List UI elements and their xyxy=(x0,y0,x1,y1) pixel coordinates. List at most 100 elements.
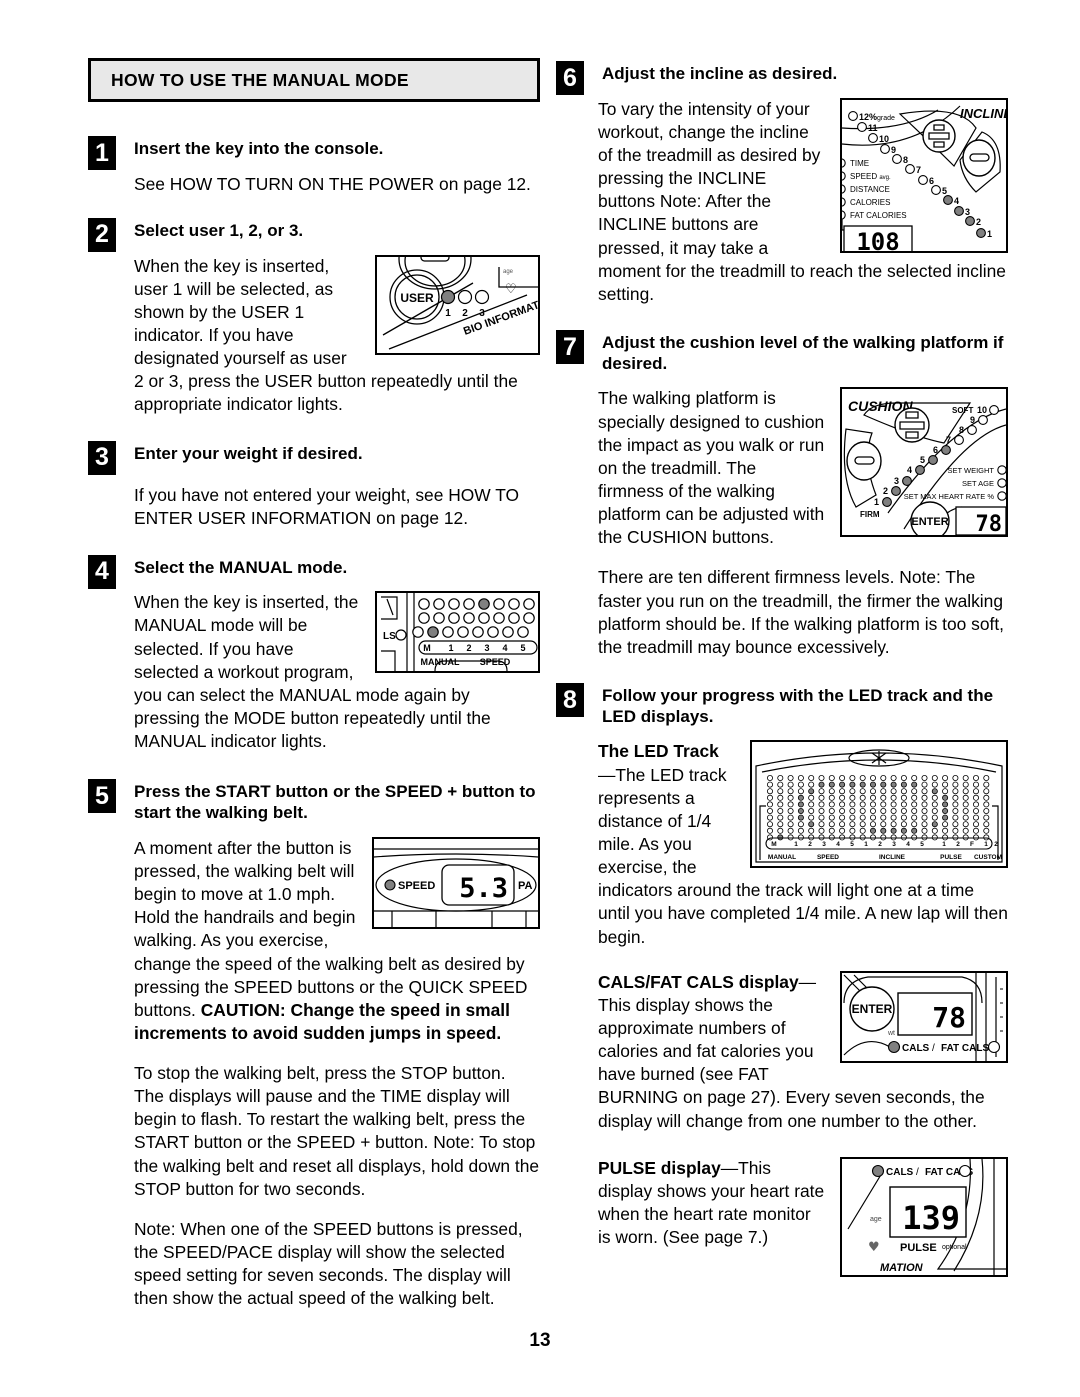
svg-text:1: 1 xyxy=(794,841,798,848)
pulse-label: PULSE xyxy=(900,1242,937,1254)
led-track-label: The LED Track xyxy=(598,741,719,762)
enter-button-label: ENTER xyxy=(852,1002,893,1016)
cushion-level-10: 10 xyxy=(977,405,987,415)
step-1-paragraph: See HOW TO TURN ON THE POWER on page 12. xyxy=(134,173,531,194)
svg-text:2: 2 xyxy=(976,217,981,227)
optional-label: optional xyxy=(942,1244,967,1251)
set-max-heart-rate-label: SET MAX HEART RATE % xyxy=(904,492,995,501)
svg-text:3: 3 xyxy=(892,841,896,848)
step-6-body: INCLINE xyxy=(556,97,1008,306)
cals-display-graphic: ENTER wt 78 CALS / FAT CALS xyxy=(843,972,1003,1061)
svg-text:M: M xyxy=(771,841,776,848)
svg-text:MANUAL: MANUAL xyxy=(768,854,796,861)
fat-cals-indicator xyxy=(987,1040,1001,1053)
svg-text:4: 4 xyxy=(954,196,959,206)
svg-text:5: 5 xyxy=(850,841,854,848)
incline-minus-button xyxy=(962,139,996,177)
step-6-number: 6 xyxy=(556,61,584,95)
cals-enter-button: ENTER xyxy=(849,986,895,1032)
svg-text:F: F xyxy=(970,841,974,848)
step-2-title: Select user 1, 2, or 3. xyxy=(134,220,304,240)
speed-avg-label: SPEED avg. xyxy=(850,172,891,181)
step-7: 7 Adjust the cushion level of the walkin… xyxy=(556,330,1008,374)
pulse-label-bold: PULSE display xyxy=(598,1157,721,1178)
step-8-number: 8 xyxy=(556,683,584,718)
step-5-title: Press the START button or the SPEED + bu… xyxy=(134,782,536,823)
led-track-figure: M12 345 123 45 12F 12 MANUAL SPEED INCLIN… xyxy=(750,740,1008,869)
pulse-dash: — xyxy=(720,1157,739,1178)
svg-text:3: 3 xyxy=(484,643,489,653)
cushion-display-value: 78 xyxy=(976,512,1003,535)
incline-12-grade-label: 12%grade xyxy=(859,112,895,122)
cushion-enter-button: ENTER xyxy=(910,501,950,536)
step-3: 3 Enter your weight if desired. xyxy=(88,440,540,475)
svg-text:1: 1 xyxy=(942,841,946,848)
svg-text:5: 5 xyxy=(920,455,925,465)
user-button-label: USER xyxy=(400,291,434,305)
right-column: 6 Adjust the incline as desired. INCLINE xyxy=(556,58,1008,1283)
svg-text:1: 1 xyxy=(987,229,992,239)
led-track-dash: — xyxy=(598,764,616,785)
step-3-title: Enter your weight if desired. xyxy=(134,443,363,463)
cals-label: CALS xyxy=(886,1167,914,1178)
svg-text:2: 2 xyxy=(956,841,960,848)
step-7-title: Adjust the cushion level of the walking … xyxy=(602,333,1004,373)
user-1-indicator-lit xyxy=(440,289,456,304)
step-7-number: 7 xyxy=(556,330,584,364)
speed-label: SPEED xyxy=(398,880,435,892)
step-7-body: CUSHION SOFT 10 9 8 7 6 5 4 3 2 1 FIRM S… xyxy=(556,387,1008,659)
slash-separator: / xyxy=(932,1043,935,1054)
svg-text:2: 2 xyxy=(462,308,468,319)
time-label: TIME xyxy=(850,159,869,168)
svg-text:1: 1 xyxy=(448,643,453,653)
fat-calories-label: FAT CALORIES xyxy=(850,211,907,220)
step-1: 1 Insert the key into the console. xyxy=(88,136,540,170)
firm-label: FIRM xyxy=(860,510,880,519)
svg-text:5: 5 xyxy=(920,841,924,848)
left-column: HOW TO USE THE MANUAL MODE 1 Insert the … xyxy=(88,58,540,1310)
svg-text:5: 5 xyxy=(520,643,525,653)
scale-bar xyxy=(418,640,538,655)
speed-display-graphic: SPEED 5.3 PA xyxy=(374,848,538,927)
incline-plus-button xyxy=(922,119,956,153)
slash-separator: / xyxy=(916,1167,919,1178)
user-indicator-figure: USER 1 2 3 BIO INFORMAT age ♡ xyxy=(375,254,540,355)
svg-text:9: 9 xyxy=(970,415,975,425)
svg-text:4: 4 xyxy=(906,841,910,848)
step-5: 5 Press the START button or the SPEED + … xyxy=(88,779,540,823)
step-6-title: Adjust the incline as desired. xyxy=(602,64,838,83)
fat-cals-indicator xyxy=(958,1164,972,1177)
svg-text:SPEED: SPEED xyxy=(817,854,839,861)
speed-value: 5.3 xyxy=(459,873,508,904)
step-4-number: 4 xyxy=(88,554,116,589)
heart-icon: ♥ xyxy=(868,1240,880,1255)
cals-indicator-lit xyxy=(887,1040,901,1053)
step-3-paragraph: If you have not entered your weight, see… xyxy=(134,485,520,529)
cals-dash: — xyxy=(798,971,817,992)
distance-label: DISTANCE xyxy=(850,185,890,194)
svg-text:1: 1 xyxy=(864,841,868,848)
svg-text:2: 2 xyxy=(994,841,998,848)
wt-label: wt xyxy=(887,1030,895,1037)
speed-display-figure: SPEED 5.3 PA xyxy=(372,836,540,929)
speed-indicator-lit xyxy=(384,879,396,891)
step-7-paragraph-2: There are ten different firmness levels.… xyxy=(598,567,1004,657)
manual-mode-led-figure: LS M 1 2 3 4 5 MANUAL SPEED xyxy=(375,591,540,674)
cushion-panel-figure: CUSHION SOFT 10 9 8 7 6 5 4 3 2 1 FIRM S… xyxy=(840,387,1008,538)
step-4-body: LS M 1 2 3 4 5 MANUAL SPEED When the key… xyxy=(88,591,540,753)
svg-text:5: 5 xyxy=(942,186,947,196)
cals-label: CALS xyxy=(902,1043,930,1054)
cals-fat-cals-display-figure: ENTER wt 78 CALS / FAT CALS xyxy=(840,970,1008,1063)
svg-text:4: 4 xyxy=(502,643,507,653)
user-2-indicator xyxy=(457,289,473,304)
svg-text:3: 3 xyxy=(822,841,826,848)
svg-text:6: 6 xyxy=(929,176,934,186)
svg-text:2: 2 xyxy=(466,643,471,653)
led-track-graphic: M12 345 123 45 12F 12 MANUAL SPEED INCLIN… xyxy=(755,749,1003,864)
section-header-label: HOW TO USE THE MANUAL MODE xyxy=(111,69,409,90)
step-2: 2 Select user 1, 2, or 3. xyxy=(88,217,540,252)
step-4-title: Select the MANUAL mode. xyxy=(134,557,348,577)
cals-indicator-lit xyxy=(871,1164,885,1177)
cals-label-bold: CALS/FAT CALS display xyxy=(598,971,799,992)
step-3-number: 3 xyxy=(88,440,116,475)
